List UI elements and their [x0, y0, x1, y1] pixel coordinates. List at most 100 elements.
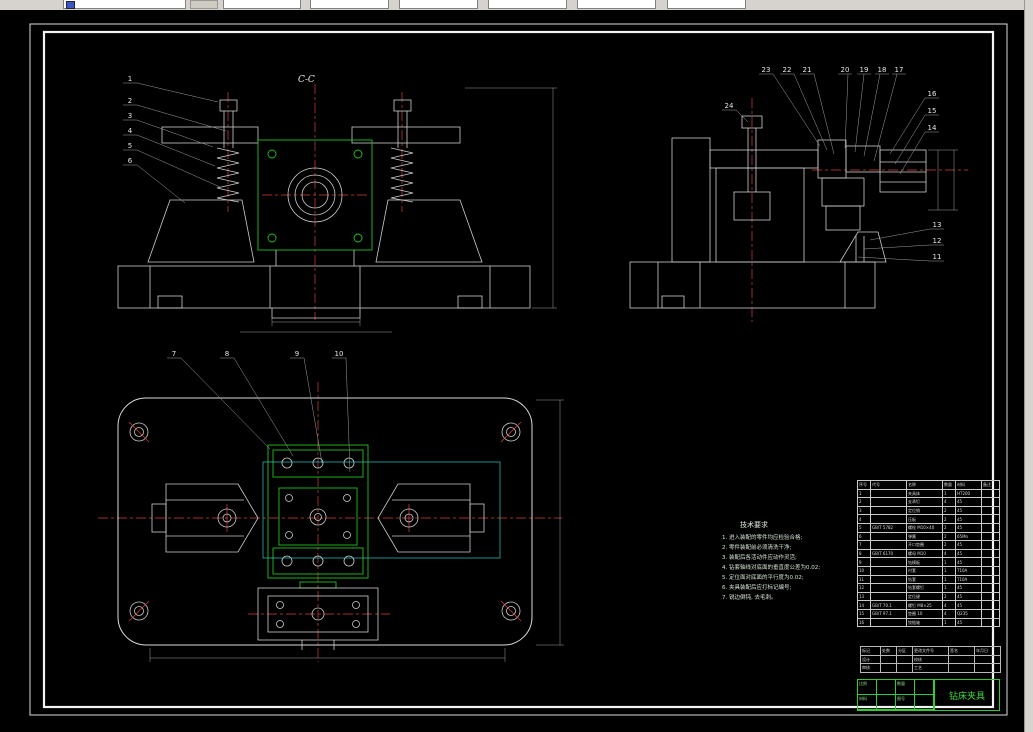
clamp-left — [151, 483, 259, 553]
table-cell: 2 — [942, 531, 956, 542]
table-cell: 45 — [955, 522, 982, 533]
table-cell — [870, 557, 907, 567]
table-cell: 14 — [857, 600, 871, 610]
table-cell: 65Mn — [955, 531, 982, 542]
revision-table: 标记 处数 分区 更改文件号 签名 年月日 设计 校核 审核 工艺 — [860, 646, 1001, 673]
font-combo-box[interactable] — [667, 0, 746, 9]
window-right-edge[interactable] — [1024, 0, 1033, 732]
table-cell — [981, 514, 1000, 524]
table-cell: 11 — [857, 574, 871, 585]
callout-22: 22 — [780, 66, 828, 151]
field-value — [877, 680, 896, 695]
table-cell — [981, 522, 1000, 533]
svg-text:22: 22 — [783, 66, 792, 74]
table-cell — [870, 583, 907, 593]
plotstyle-combo-box[interactable] — [488, 0, 567, 9]
table-cell: 7 — [857, 540, 871, 550]
table-cell — [896, 654, 913, 665]
table-cell: 处数 — [880, 646, 897, 656]
svg-text:16: 16 — [928, 90, 937, 98]
table-cell: 螺钉 M8×25 — [906, 600, 943, 610]
callout-16: 16 — [889, 90, 939, 155]
svg-text:12: 12 — [933, 237, 942, 245]
table-cell: 3 — [857, 505, 871, 516]
table-cell: 年月日 — [974, 646, 1001, 656]
table-cell — [896, 663, 913, 673]
title-block: 比例 数量 材料 图号 钻床夹具 — [857, 679, 1000, 711]
table-cell: 45 — [955, 617, 982, 628]
lineweight-combo-box[interactable] — [399, 0, 478, 9]
table-cell — [981, 617, 1000, 628]
table-cell: 校核 — [912, 654, 949, 665]
toolbar-button[interactable] — [190, 0, 218, 9]
table-cell: 15 — [857, 608, 871, 619]
table-cell: 数量 — [942, 480, 956, 490]
dimensions-view1 — [240, 87, 557, 333]
callout-1: 1 — [123, 75, 219, 103]
table-cell: Q235 — [955, 608, 982, 619]
table-cell: 1 — [857, 488, 871, 499]
drill-bushing-assembly — [817, 139, 958, 231]
callout-20: 20 — [838, 66, 852, 149]
drawing-title: 钻床夹具 — [934, 680, 999, 710]
table-cell: 8 — [857, 548, 871, 559]
callout-4: 4 — [123, 127, 216, 167]
linetype-combo-box[interactable] — [310, 0, 389, 9]
svg-text:17: 17 — [895, 66, 904, 74]
callout-6: 6 — [123, 157, 186, 204]
table-cell: 名称 — [906, 480, 943, 490]
field-value — [877, 695, 896, 710]
svg-text:7. 锐边倒钝, 去毛刺。: 7. 锐边倒钝, 去毛刺。 — [722, 593, 777, 601]
plan-view: 7 8 9 10 — [98, 350, 564, 662]
table-cell — [870, 505, 907, 516]
callout-18: 18 — [863, 66, 889, 157]
svg-text:4. 钻套轴线对底面的垂直度公差为0.02;: 4. 钻套轴线对底面的垂直度公差为0.02; — [722, 563, 820, 571]
table-cell — [974, 663, 1001, 673]
table-cell: 支承钉 — [906, 497, 943, 507]
table-cell: 6 — [857, 531, 871, 542]
svg-text:5. 定位面对底面的平行度为0.02;: 5. 定位面对底面的平行度为0.02; — [722, 573, 804, 581]
table-cell: 13 — [857, 591, 871, 602]
table-cell: 代号 — [870, 480, 907, 490]
callout-8: 8 — [220, 350, 294, 457]
field-label: 数量 — [896, 680, 915, 695]
technical-notes: 技术要求 1. 进入装配的零件均应检验合格; 2. 零件装配前必须清洗干净; 3… — [722, 520, 820, 601]
table-cell: 螺栓 M10×40 — [906, 522, 943, 533]
svg-text:23: 23 — [762, 66, 771, 74]
table-cell: 序号 — [857, 480, 871, 490]
callout-19: 19 — [854, 66, 871, 153]
table-cell — [974, 654, 1001, 665]
table-cell — [870, 540, 907, 550]
table-cell — [870, 514, 907, 524]
callout-7: 7 — [167, 350, 271, 450]
layer-combo-box[interactable] — [63, 0, 186, 9]
style-combo-box[interactable] — [577, 0, 656, 9]
table-cell: 1 — [942, 617, 956, 628]
table-cell: 4 — [942, 497, 956, 507]
callout-11: 11 — [857, 253, 944, 262]
field-label: 比例 — [858, 680, 877, 695]
table-cell — [870, 591, 907, 602]
svg-text:9: 9 — [295, 350, 299, 358]
svg-text:13: 13 — [933, 221, 942, 229]
table-cell — [870, 565, 907, 576]
table-cell: 标记 — [860, 646, 881, 656]
table-cell: 衬套 — [906, 565, 943, 576]
table-cell: 钻套螺钉 — [906, 583, 943, 593]
base-view2 — [629, 261, 876, 309]
table-cell: 钻模板 — [906, 557, 943, 567]
table-cell: T10A — [955, 565, 982, 576]
svg-text:6. 夹具装配后应打标记编号;: 6. 夹具装配后应打标记编号; — [722, 583, 791, 591]
table-cell — [981, 557, 1000, 567]
table-cell: 2 — [942, 591, 956, 602]
svg-text:1: 1 — [128, 75, 132, 83]
table-cell: 弹簧 — [906, 531, 943, 542]
svg-text:6: 6 — [128, 157, 133, 165]
clamp-bars — [161, 126, 461, 144]
color-combo-box[interactable] — [223, 0, 301, 9]
table-cell — [981, 497, 1000, 507]
table-cell: 1 — [942, 557, 956, 567]
table-cell: 定位销 — [906, 505, 943, 516]
svg-text:8: 8 — [225, 350, 229, 358]
table-cell: 铰链轴 — [906, 617, 943, 628]
